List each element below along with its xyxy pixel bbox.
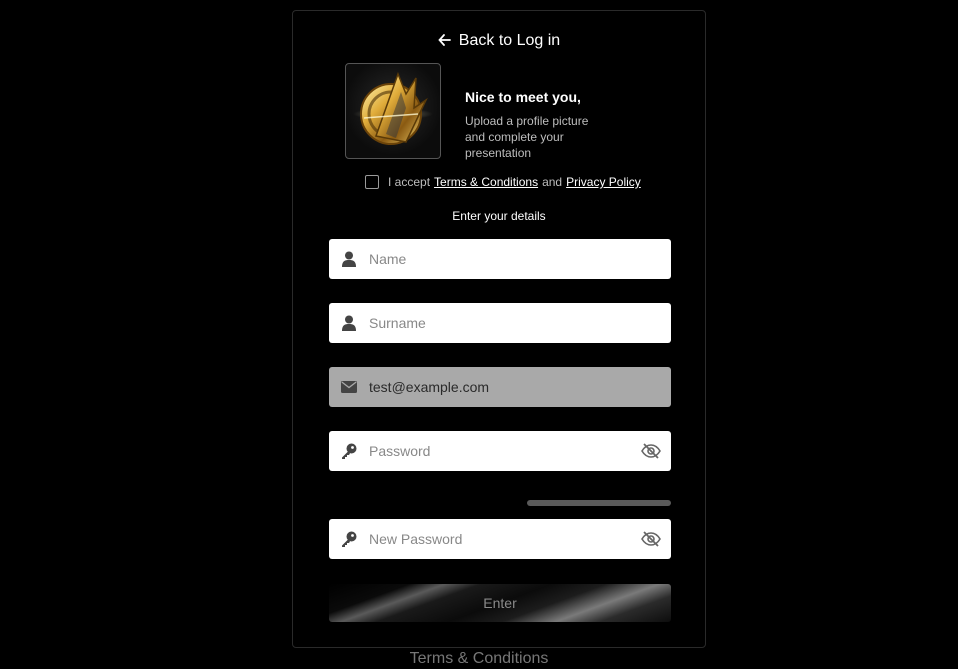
password-strength-bar [527,500,671,506]
new-password-input[interactable]: New Password [369,531,631,547]
enter-button-label: Enter [483,595,517,611]
eye-slash-icon[interactable] [631,531,671,547]
eye-slash-icon[interactable] [631,443,671,459]
terms-prefix: I accept [388,175,431,189]
greeting-subtitle-line: and complete your [465,130,564,144]
email-field: test@example.com [329,367,671,407]
brand-logo [353,71,433,145]
greeting-subtitle-line: presentation [465,146,532,160]
key-icon [329,531,369,547]
greeting-subtitle: Upload a profile picture and complete yo… [465,113,625,161]
envelope-icon [329,381,369,393]
password-input[interactable]: Password [369,443,631,459]
footer-terms-link[interactable]: Terms & Conditions [0,649,958,669]
privacy-policy-link[interactable]: Privacy Policy [566,175,641,189]
back-label: Back to Log in [458,32,561,49]
terms-and: and [542,175,563,189]
back-to-login-link[interactable]: Back to Log in [293,31,705,51]
surname-field[interactable]: Surname [329,303,671,343]
user-icon [329,251,369,267]
surname-input[interactable]: Surname [369,315,671,331]
new-password-field[interactable]: New Password [329,519,671,559]
terms-row: I accept Terms & Conditions and Privacy … [365,175,641,189]
name-field[interactable]: Name [329,239,671,279]
arrow-left-icon [438,33,451,49]
greeting-subtitle-line: Upload a profile picture [465,114,589,128]
greeting-title: Nice to meet you, [465,89,581,105]
signup-card: Back to Log in Nice to meet you, Upload … [292,10,706,648]
email-input: test@example.com [369,379,490,395]
key-icon [329,443,369,459]
enter-button[interactable]: Enter [329,584,671,622]
terms-conditions-link[interactable]: Terms & Conditions [434,175,538,189]
password-field[interactable]: Password [329,431,671,471]
profile-picture-upload[interactable] [345,63,441,159]
name-input[interactable]: Name [369,251,671,267]
accept-terms-checkbox[interactable] [365,175,379,189]
user-icon [329,315,369,331]
details-heading: Enter your details [452,209,546,223]
greeting-block: Nice to meet you, Upload a profile pictu… [465,89,625,161]
